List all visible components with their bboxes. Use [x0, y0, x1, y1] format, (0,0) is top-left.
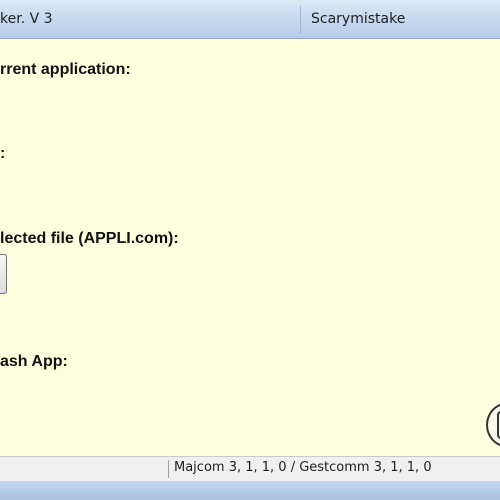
- title-divider: [300, 6, 301, 34]
- current-application-label: rrent application:: [0, 61, 131, 78]
- window-author: Scarymistake: [311, 11, 406, 27]
- title-bar[interactable]: ker. V 3 Scarymistake: [0, 0, 500, 39]
- field-colon-label: :: [0, 145, 6, 162]
- status-bar: Majcom 3, 1, 1, 0 / Gestcomm 3, 1, 1, 0: [0, 456, 500, 481]
- window-bottom-frame: [0, 481, 500, 500]
- flash-app-label: ash App:: [0, 353, 68, 370]
- client-area: rrent application: : lected file (APPLI.…: [0, 39, 500, 456]
- browse-file-button[interactable]: [0, 254, 7, 294]
- status-separator: [168, 460, 169, 478]
- application-window: ker. V 3 Scarymistake rrent application:…: [0, 0, 500, 500]
- selected-file-label: lected file (APPLI.com):: [0, 230, 179, 247]
- window-title: ker. V 3: [0, 11, 53, 27]
- status-versions: Majcom 3, 1, 1, 0 / Gestcomm 3, 1, 1, 0: [174, 460, 432, 475]
- app-logo-icon[interactable]: [486, 403, 500, 447]
